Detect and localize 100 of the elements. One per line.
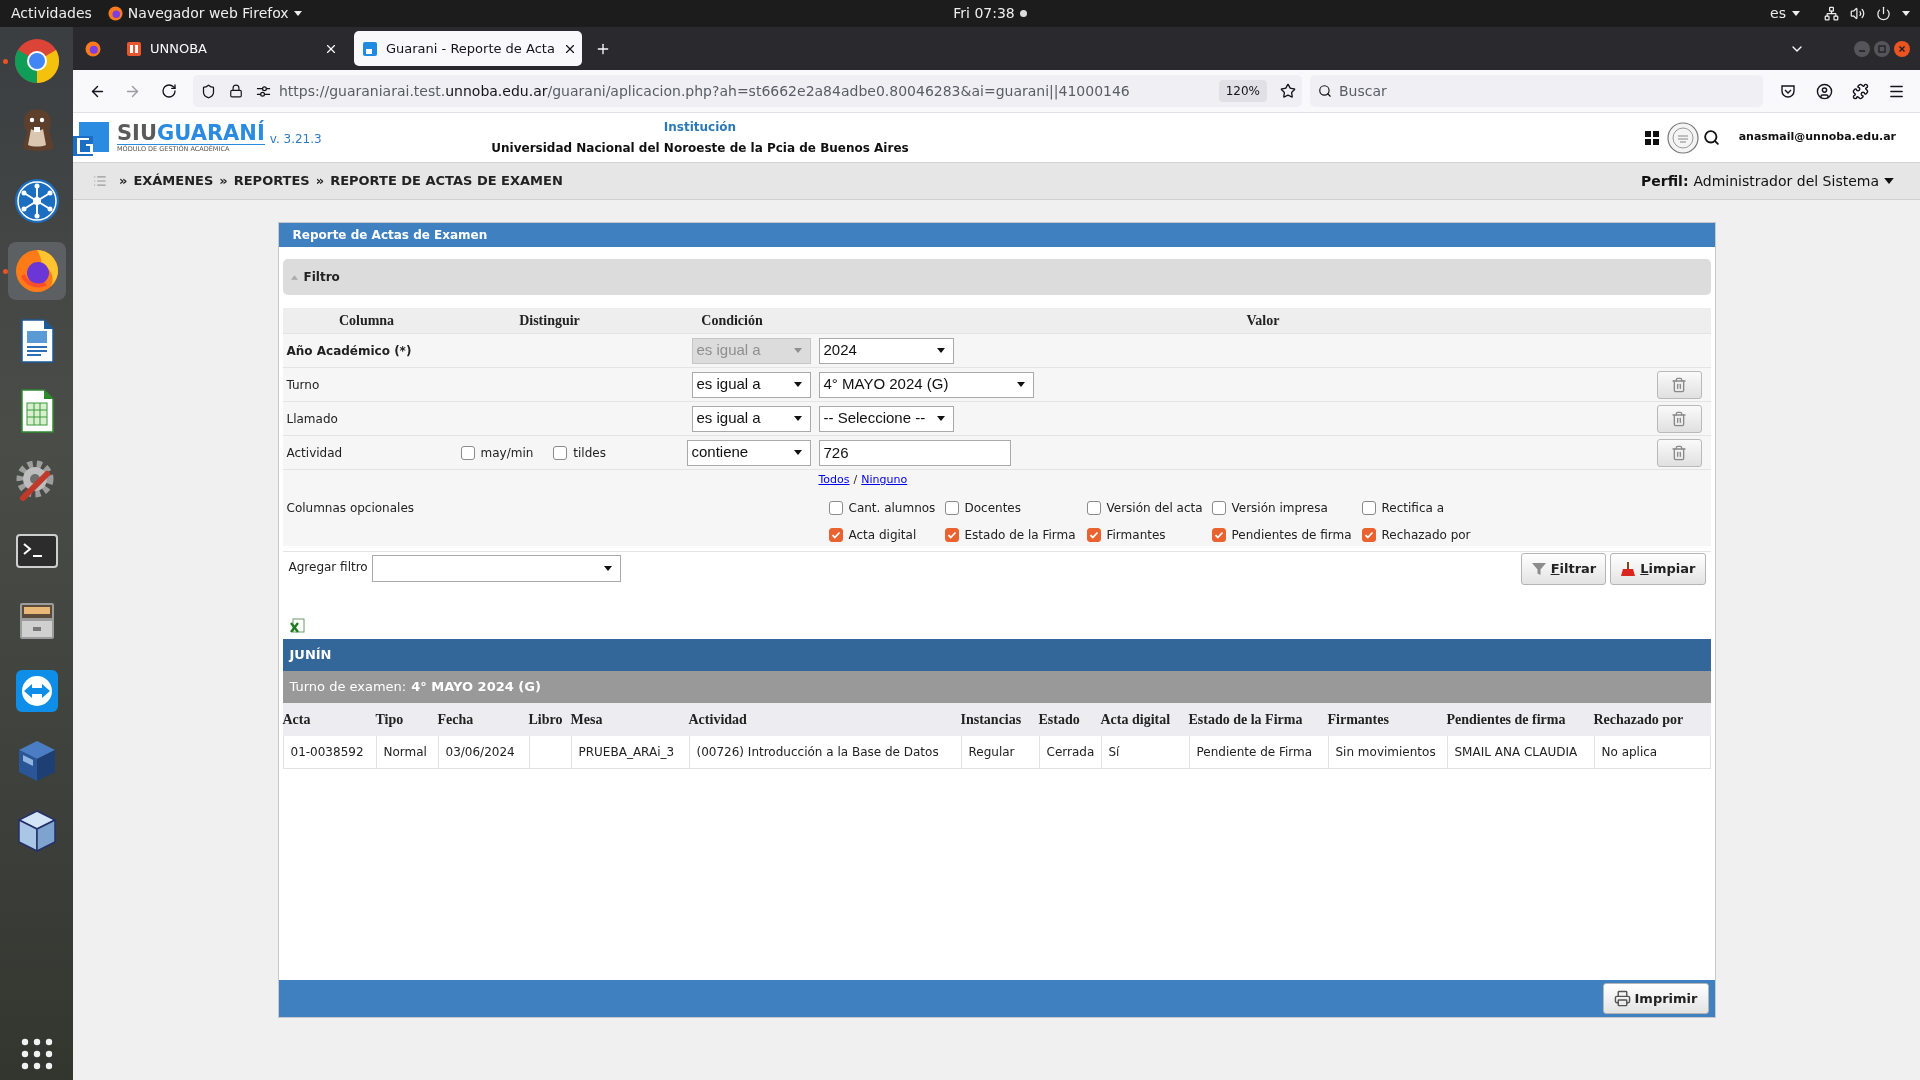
app-menu[interactable]: Navegador web Firefox bbox=[107, 3, 302, 24]
shield-icon bbox=[201, 83, 216, 99]
logo-wordmark: SIUGUARANÍ bbox=[117, 121, 265, 144]
checkbox[interactable] bbox=[1086, 527, 1101, 542]
profile-menu[interactable]: Perfil: Administrador del Sistema bbox=[1641, 170, 1894, 192]
table-cell: 03/06/2024 bbox=[438, 736, 530, 769]
filter-section-header[interactable]: Filtro bbox=[282, 259, 1711, 295]
checkbox[interactable] bbox=[944, 527, 959, 542]
color-wheel-icon bbox=[12, 37, 61, 85]
checkbox-label: may/min bbox=[480, 444, 534, 462]
notification-dot-icon bbox=[1019, 10, 1027, 17]
filter-label: Llamado bbox=[285, 410, 339, 428]
browser-tab[interactable]: UNNOBA bbox=[118, 31, 346, 66]
checkbox[interactable] bbox=[1361, 527, 1376, 542]
checkbox[interactable] bbox=[1211, 527, 1226, 542]
breadcrumb-separator: » bbox=[119, 172, 128, 191]
spreadsheet-export-icon bbox=[289, 618, 306, 634]
panel-title: Reporte de Actas de Examen bbox=[278, 223, 1715, 247]
checkbox[interactable] bbox=[828, 527, 843, 542]
checkbox-label: Versión impresa bbox=[1231, 499, 1328, 517]
dropdown[interactable]: 4° MAYO 2024 (G) bbox=[818, 371, 1034, 398]
favicon-icon bbox=[126, 40, 142, 57]
print-button[interactable]: Imprimir bbox=[1602, 983, 1709, 1014]
select-none-link[interactable]: Ninguno bbox=[861, 472, 908, 489]
checkbox[interactable] bbox=[944, 500, 959, 515]
column-header: Rechazado por bbox=[1593, 711, 1684, 729]
language-menu[interactable]: es bbox=[1770, 3, 1800, 24]
search-icon bbox=[1703, 129, 1721, 146]
system-menu[interactable] bbox=[1824, 6, 1910, 21]
delete-button[interactable] bbox=[1656, 370, 1702, 399]
column-header: Firmantes bbox=[1327, 711, 1389, 729]
spreadsheet-export-button[interactable] bbox=[289, 618, 306, 634]
checkbox[interactable] bbox=[553, 445, 568, 460]
checkbox-label: tildes bbox=[573, 444, 606, 462]
table-cell: Sí bbox=[1101, 736, 1190, 769]
close-button[interactable] bbox=[1894, 40, 1910, 57]
dock-item[interactable] bbox=[7, 242, 66, 300]
checkbox-label: Acta digital bbox=[848, 526, 917, 544]
star-icon[interactable] bbox=[1280, 83, 1296, 99]
breadcrumb-item[interactable]: EXÁMENES bbox=[133, 171, 214, 191]
checkbox[interactable] bbox=[1086, 500, 1101, 515]
caret-icon bbox=[293, 11, 302, 16]
checkbox[interactable] bbox=[1361, 500, 1376, 515]
checkbox-label: Rechazado por bbox=[1381, 526, 1471, 544]
caret-icon bbox=[1902, 11, 1910, 16]
delete-button[interactable] bbox=[1656, 438, 1702, 467]
zoom-level-button[interactable]: 120% bbox=[1218, 80, 1267, 102]
filter-label: Actividad bbox=[285, 444, 344, 462]
check-icon bbox=[1213, 529, 1224, 540]
browser-tab[interactable]: Guarani - Reporte de Acta bbox=[354, 31, 582, 66]
caret-icon bbox=[936, 416, 945, 421]
column-header: Fecha bbox=[437, 711, 474, 729]
text-field[interactable]: 726 bbox=[818, 439, 1011, 466]
checkbox[interactable] bbox=[828, 500, 843, 515]
maximize-icon bbox=[1878, 44, 1886, 53]
trash-icon bbox=[1671, 444, 1687, 461]
table-cell: PRUEBA_ARAi_3 bbox=[571, 736, 690, 769]
checkbox-label: Pendientes de firma bbox=[1231, 526, 1352, 544]
check-icon bbox=[946, 529, 957, 540]
clear-button[interactable]: Limpiar bbox=[1610, 552, 1706, 585]
delete-button[interactable] bbox=[1656, 404, 1702, 433]
table-cell: (00726) Introducción a la Base de Datos bbox=[689, 736, 962, 769]
dropdown[interactable]: 2024 bbox=[818, 337, 954, 364]
column-header: Actividad bbox=[688, 711, 747, 729]
grid-icon bbox=[1644, 130, 1659, 145]
column-header: Pendientes de firma bbox=[1446, 711, 1566, 729]
check-icon bbox=[1088, 529, 1099, 540]
search-field[interactable]: Buscar bbox=[1310, 75, 1763, 107]
check-icon bbox=[830, 529, 841, 540]
column-header: Tipo bbox=[375, 711, 404, 729]
checkbox[interactable] bbox=[460, 445, 475, 460]
column-header: Estado de la Firma bbox=[1188, 711, 1303, 729]
activities-button[interactable]: Actividades bbox=[0, 3, 108, 24]
select-all-link[interactable]: Todos bbox=[818, 472, 850, 489]
dropdown[interactable]: -- Seleccione -- bbox=[818, 405, 954, 432]
caret-icon bbox=[793, 416, 802, 421]
turn-title: Turno de examen: 4° MAYO 2024 (G) bbox=[282, 671, 1711, 703]
caret-icon bbox=[1016, 382, 1025, 387]
column-header: Columna bbox=[338, 312, 395, 330]
dropdown[interactable]: es igual a bbox=[691, 371, 811, 398]
caret-icon bbox=[1792, 11, 1800, 16]
lock-icon bbox=[229, 84, 243, 98]
filter-button[interactable]: Filtrar bbox=[1520, 552, 1607, 585]
breadcrumb-item[interactable]: REPORTES bbox=[233, 171, 310, 191]
add-filter-label: Agregar filtro bbox=[287, 559, 368, 576]
apps-button[interactable] bbox=[1643, 129, 1660, 146]
address-bar[interactable]: https://guaraniarai.test.unnoba.edu.ar/guarani/aplicacion.php?ah=st6662e2a84adbe0.80046283&ai=guarani||41000146 120% bbox=[193, 75, 1302, 107]
institution-name: Universidad Nacional del Noroeste de la Pcia de Buenos Aires bbox=[491, 140, 909, 157]
dropdown[interactable]: es igual a bbox=[691, 405, 811, 432]
checkbox[interactable] bbox=[1211, 500, 1226, 515]
search-button[interactable] bbox=[1701, 127, 1722, 148]
clock[interactable]: Fri 07:38 bbox=[953, 3, 1015, 24]
printer-icon bbox=[1613, 990, 1631, 1007]
checkbox-label: Versión del acta bbox=[1106, 499, 1203, 517]
column-header: Libro bbox=[528, 711, 563, 729]
caret-icon bbox=[793, 450, 802, 455]
caret-icon bbox=[793, 348, 802, 353]
dropdown[interactable]: contiene bbox=[686, 439, 811, 466]
fox-globe-icon bbox=[85, 40, 101, 57]
puzzle-icon bbox=[1851, 82, 1869, 100]
